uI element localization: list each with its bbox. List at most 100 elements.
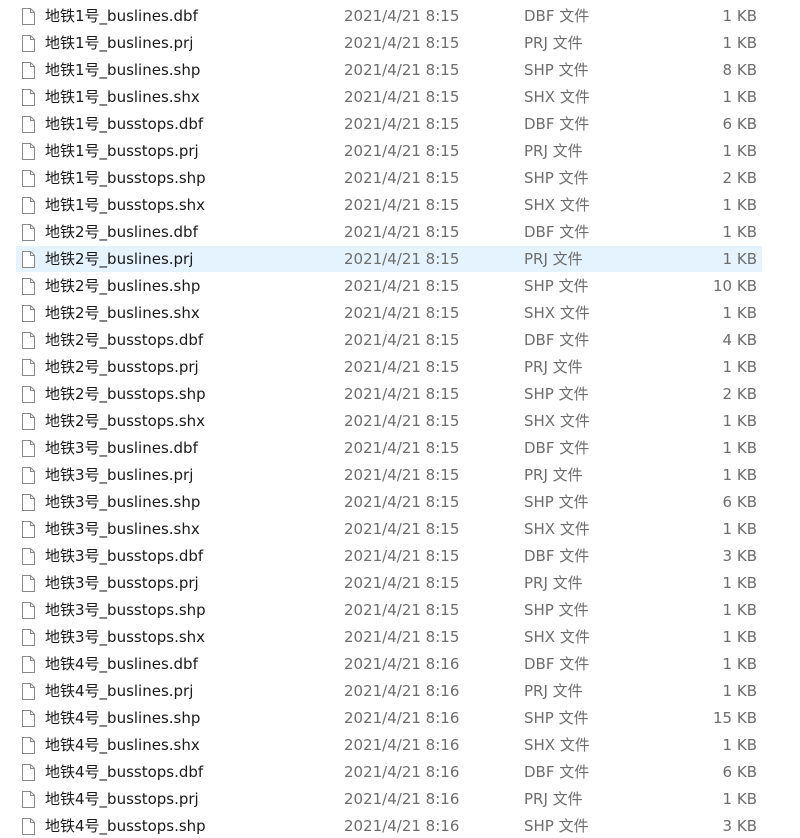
file-type: PRJ 文件 (524, 574, 583, 592)
file-icon (22, 116, 35, 133)
file-date-modified: 2021/4/21 8:15 (344, 34, 460, 52)
file-size: 1 KB (722, 655, 757, 673)
file-row[interactable]: 地铁2号_busstops.dbf 2021/4/21 8:15 DBF 文件 … (16, 327, 762, 353)
file-icon (22, 683, 35, 700)
file-row[interactable]: 地铁1号_buslines.shp 2021/4/21 8:15 SHP 文件 … (16, 57, 762, 83)
file-size: 1 KB (722, 628, 757, 646)
file-size: 6 KB (722, 763, 757, 781)
file-type: DBF 文件 (524, 223, 590, 241)
file-icon (22, 332, 35, 349)
file-size: 8 KB (722, 61, 757, 79)
file-name: 地铁3号_buslines.prj (45, 466, 194, 484)
file-size: 3 KB (722, 817, 757, 835)
file-size: 2 KB (722, 169, 757, 187)
file-row[interactable]: 地铁1号_busstops.dbf 2021/4/21 8:15 DBF 文件 … (16, 111, 762, 137)
file-row[interactable]: 地铁3号_busstops.shp 2021/4/21 8:15 SHP 文件 … (16, 597, 762, 623)
file-icon (22, 737, 35, 754)
file-icon (22, 62, 35, 79)
file-name: 地铁1号_buslines.prj (45, 34, 194, 52)
file-size: 1 KB (722, 88, 757, 106)
file-row[interactable]: 地铁1号_busstops.shx 2021/4/21 8:15 SHX 文件 … (16, 192, 762, 218)
file-row[interactable]: 地铁1号_busstops.prj 2021/4/21 8:15 PRJ 文件 … (16, 138, 762, 164)
file-name: 地铁4号_busstops.dbf (45, 763, 204, 781)
file-type: DBF 文件 (524, 7, 590, 25)
file-type: SHX 文件 (524, 304, 590, 322)
file-row[interactable]: 地铁2号_buslines.shp 2021/4/21 8:15 SHP 文件 … (16, 273, 762, 299)
file-icon (22, 251, 35, 268)
file-date-modified: 2021/4/21 8:15 (344, 304, 460, 322)
file-icon (22, 197, 35, 214)
file-date-modified: 2021/4/21 8:16 (344, 763, 460, 781)
file-size: 1 KB (722, 574, 757, 592)
file-type: DBF 文件 (524, 439, 590, 457)
file-name: 地铁2号_busstops.shp (45, 385, 206, 403)
file-icon (22, 170, 35, 187)
file-name: 地铁1号_buslines.shp (45, 61, 201, 79)
file-row[interactable]: 地铁4号_busstops.shp 2021/4/21 8:16 SHP 文件 … (16, 813, 762, 838)
file-date-modified: 2021/4/21 8:15 (344, 628, 460, 646)
file-icon (22, 143, 35, 160)
file-type: SHP 文件 (524, 277, 589, 295)
file-name: 地铁2号_buslines.shx (45, 304, 200, 322)
file-name: 地铁3号_busstops.shx (45, 628, 206, 646)
file-size: 1 KB (722, 196, 757, 214)
file-name: 地铁3号_buslines.dbf (45, 439, 198, 457)
file-type: SHP 文件 (524, 385, 589, 403)
file-row[interactable]: 地铁1号_buslines.dbf 2021/4/21 8:15 DBF 文件 … (16, 3, 762, 29)
file-name: 地铁2号_busstops.dbf (45, 331, 204, 349)
file-row[interactable]: 地铁3号_buslines.shx 2021/4/21 8:15 SHX 文件 … (16, 516, 762, 542)
file-type: SHX 文件 (524, 736, 590, 754)
file-row[interactable]: 地铁2号_buslines.shx 2021/4/21 8:15 SHX 文件 … (16, 300, 762, 326)
file-size: 1 KB (722, 7, 757, 25)
file-row[interactable]: 地铁2号_busstops.prj 2021/4/21 8:15 PRJ 文件 … (16, 354, 762, 380)
file-type: SHX 文件 (524, 628, 590, 646)
file-date-modified: 2021/4/21 8:16 (344, 736, 460, 754)
file-row[interactable]: 地铁3号_busstops.dbf 2021/4/21 8:15 DBF 文件 … (16, 543, 762, 569)
file-row[interactable]: 地铁2号_busstops.shp 2021/4/21 8:15 SHP 文件 … (16, 381, 762, 407)
file-type: SHP 文件 (524, 493, 589, 511)
file-row[interactable]: 地铁3号_buslines.shp 2021/4/21 8:15 SHP 文件 … (16, 489, 762, 515)
file-row[interactable]: 地铁1号_busstops.shp 2021/4/21 8:15 SHP 文件 … (16, 165, 762, 191)
file-row[interactable]: 地铁1号_buslines.prj 2021/4/21 8:15 PRJ 文件 … (16, 30, 762, 56)
file-date-modified: 2021/4/21 8:16 (344, 709, 460, 727)
file-row[interactable]: 地铁4号_buslines.shp 2021/4/21 8:16 SHP 文件 … (16, 705, 762, 731)
file-row[interactable]: 地铁3号_buslines.dbf 2021/4/21 8:15 DBF 文件 … (16, 435, 762, 461)
file-row-selected[interactable]: 地铁2号_buslines.prj 2021/4/21 8:15 PRJ 文件 … (16, 246, 762, 272)
file-row[interactable]: 地铁4号_busstops.prj 2021/4/21 8:16 PRJ 文件 … (16, 786, 762, 812)
file-size: 1 KB (722, 250, 757, 268)
file-name: 地铁3号_busstops.prj (45, 574, 199, 592)
file-type: SHP 文件 (524, 601, 589, 619)
file-type: DBF 文件 (524, 763, 590, 781)
file-row[interactable]: 地铁4号_buslines.shx 2021/4/21 8:16 SHX 文件 … (16, 732, 762, 758)
file-icon (22, 8, 35, 25)
file-date-modified: 2021/4/21 8:15 (344, 115, 460, 133)
file-name: 地铁3号_busstops.dbf (45, 547, 204, 565)
file-icon (22, 629, 35, 646)
file-name: 地铁2号_buslines.dbf (45, 223, 198, 241)
file-row[interactable]: 地铁4号_buslines.dbf 2021/4/21 8:16 DBF 文件 … (16, 651, 762, 677)
file-size: 1 KB (722, 466, 757, 484)
file-name: 地铁2号_busstops.prj (45, 358, 199, 376)
file-row[interactable]: 地铁3号_busstops.shx 2021/4/21 8:15 SHX 文件 … (16, 624, 762, 650)
file-size: 1 KB (722, 790, 757, 808)
file-icon (22, 413, 35, 430)
file-date-modified: 2021/4/21 8:16 (344, 817, 460, 835)
file-name: 地铁1号_busstops.shx (45, 196, 206, 214)
file-row[interactable]: 地铁2号_busstops.shx 2021/4/21 8:15 SHX 文件 … (16, 408, 762, 434)
file-size: 1 KB (722, 682, 757, 700)
file-name: 地铁4号_busstops.prj (45, 790, 199, 808)
file-row[interactable]: 地铁1号_buslines.shx 2021/4/21 8:15 SHX 文件 … (16, 84, 762, 110)
file-row[interactable]: 地铁2号_buslines.dbf 2021/4/21 8:15 DBF 文件 … (16, 219, 762, 245)
file-row[interactable]: 地铁3号_busstops.prj 2021/4/21 8:15 PRJ 文件 … (16, 570, 762, 596)
file-row[interactable]: 地铁4号_busstops.dbf 2021/4/21 8:16 DBF 文件 … (16, 759, 762, 785)
file-size: 6 KB (722, 493, 757, 511)
file-type: PRJ 文件 (524, 790, 583, 808)
file-size: 3 KB (722, 547, 757, 565)
file-date-modified: 2021/4/21 8:15 (344, 466, 460, 484)
file-row[interactable]: 地铁3号_buslines.prj 2021/4/21 8:15 PRJ 文件 … (16, 462, 762, 488)
file-date-modified: 2021/4/21 8:15 (344, 574, 460, 592)
file-icon (22, 602, 35, 619)
file-size: 1 KB (722, 601, 757, 619)
file-row[interactable]: 地铁4号_buslines.prj 2021/4/21 8:16 PRJ 文件 … (16, 678, 762, 704)
file-icon (22, 467, 35, 484)
